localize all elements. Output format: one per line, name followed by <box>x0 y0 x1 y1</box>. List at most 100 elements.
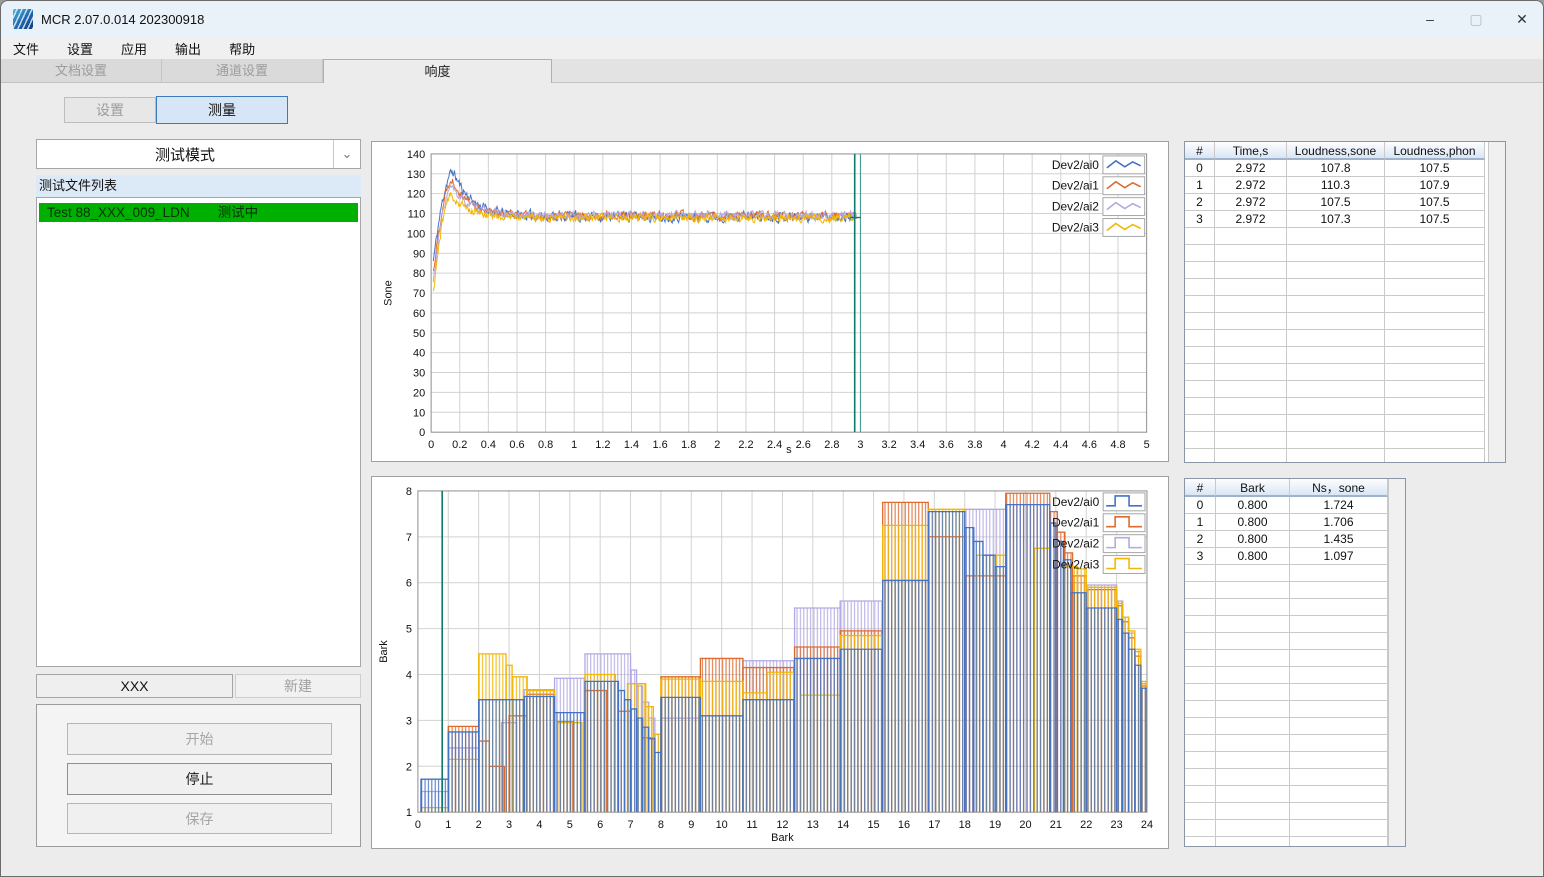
table-row[interactable] <box>1185 415 1488 432</box>
bark-table-body[interactable]: # Bark Ns，sone 0 0.800 1.724 1 0.800 1.706 2 0.800… <box>1185 479 1388 846</box>
table-row[interactable]: 0 0.800 1.724 <box>1185 497 1388 514</box>
subtab-measure-button[interactable]: 测量 <box>156 96 288 124</box>
table-row[interactable] <box>1185 228 1488 245</box>
cell <box>1216 718 1290 735</box>
bark-spectrum-chart[interactable]: 0 1 2 3 4 5 6 7 8 9 10 11 12 13 14 15 16 17 18 19 20 21 22 23 24… <box>371 476 1169 849</box>
table-row[interactable] <box>1185 599 1388 616</box>
table-header-row[interactable]: # Time,s Loudness,sone Loudness,phon <box>1185 142 1488 160</box>
new-button[interactable]: 新建 <box>235 674 361 698</box>
chevron-down-icon[interactable]: ⌄ <box>333 140 360 168</box>
cell <box>1385 449 1485 462</box>
cell <box>1185 599 1216 616</box>
table-row[interactable] <box>1185 565 1388 582</box>
table-row[interactable] <box>1185 718 1388 735</box>
list-item[interactable]: Test 88_XXX_009_LDN 测试中 <box>39 203 358 222</box>
cell <box>1290 786 1388 803</box>
table-row[interactable]: 3 2.972 107.3 107.5 <box>1185 211 1488 228</box>
series-Dev2/ai1 <box>432 178 857 272</box>
table-row[interactable] <box>1185 347 1488 364</box>
table-row[interactable] <box>1185 650 1388 667</box>
svg-text:1.2: 1.2 <box>595 439 610 451</box>
table-row[interactable]: 3 0.800 1.097 <box>1185 548 1388 565</box>
table-row[interactable]: 1 2.972 110.3 107.9 <box>1185 177 1488 194</box>
table-row[interactable]: 1 0.800 1.706 <box>1185 514 1388 531</box>
cell <box>1216 650 1290 667</box>
cell: 1.435 <box>1290 531 1388 548</box>
table-row[interactable] <box>1185 262 1488 279</box>
table-row[interactable] <box>1185 279 1488 296</box>
cell <box>1215 228 1287 245</box>
close-icon[interactable]: ✕ <box>1499 1 1543 37</box>
test-mode-select[interactable]: 测试模式 ⌄ <box>36 139 361 169</box>
table-row[interactable] <box>1185 667 1388 684</box>
tab-channel-settings[interactable]: 通道设置 <box>162 59 323 82</box>
table-row[interactable] <box>1185 245 1488 262</box>
table-row[interactable]: 2 2.972 107.5 107.5 <box>1185 194 1488 211</box>
table-row[interactable] <box>1185 616 1388 633</box>
series-bars <box>420 492 1147 813</box>
table-row[interactable] <box>1185 582 1388 599</box>
table-row[interactable] <box>1185 398 1488 415</box>
table-row[interactable] <box>1185 633 1388 650</box>
scrollbar[interactable] <box>1388 479 1405 846</box>
test-file-name: Test 88_XXX_009_LDN <box>47 205 190 220</box>
cell <box>1216 616 1290 633</box>
test-file-list-label: 测试文件列表 <box>36 175 361 197</box>
table-row[interactable] <box>1185 803 1388 820</box>
table-row[interactable] <box>1185 752 1388 769</box>
table-row[interactable] <box>1185 330 1488 347</box>
table-row[interactable] <box>1185 837 1388 846</box>
stop-button[interactable]: 停止 <box>67 763 332 795</box>
maximize-icon[interactable]: ▢ <box>1453 1 1499 37</box>
loudness-time-chart[interactable]: 0 0.2 0.4 0.6 0.8 1 1.2 1.4 1.6 1.8 2 2.2 2.4 2.6 2.8 3… <box>371 141 1169 462</box>
tab-document-settings[interactable]: 文档设置 <box>1 59 162 82</box>
table-row[interactable] <box>1185 296 1488 313</box>
tab-loudness[interactable]: 响度 <box>323 59 552 83</box>
table-row[interactable] <box>1185 786 1388 803</box>
table-row[interactable] <box>1185 769 1388 786</box>
svg-text:0: 0 <box>428 439 434 451</box>
cell <box>1216 684 1290 701</box>
cell: 0.800 <box>1216 514 1290 531</box>
menu-settings[interactable]: 设置 <box>55 37 105 60</box>
cell <box>1287 228 1385 245</box>
xxx-button[interactable]: XXX <box>36 674 233 698</box>
table-row[interactable] <box>1185 701 1388 718</box>
cell <box>1185 752 1216 769</box>
menu-output[interactable]: 输出 <box>163 37 213 60</box>
menu-apply[interactable]: 应用 <box>109 37 159 60</box>
test-file-list[interactable]: Test 88_XXX_009_LDN 测试中 <box>36 197 361 667</box>
cell <box>1287 347 1385 364</box>
table-row[interactable] <box>1185 313 1488 330</box>
svg-text:70: 70 <box>413 288 425 300</box>
table-row[interactable] <box>1185 432 1488 449</box>
table-row[interactable] <box>1185 684 1388 701</box>
svg-text:6: 6 <box>406 578 412 590</box>
bark-table[interactable]: # Bark Ns，sone 0 0.800 1.724 1 0.800 1.706 2 0.800… <box>1184 478 1406 847</box>
svg-text:90: 90 <box>413 248 425 260</box>
table-row[interactable] <box>1185 364 1488 381</box>
table-row[interactable] <box>1185 820 1388 837</box>
cell <box>1216 599 1290 616</box>
save-button[interactable]: 保存 <box>67 803 332 834</box>
minimize-icon[interactable]: – <box>1407 1 1453 37</box>
table-row[interactable] <box>1185 381 1488 398</box>
cell <box>1185 633 1216 650</box>
cell <box>1290 667 1388 684</box>
loudness-table-body[interactable]: # Time,s Loudness,sone Loudness,phon 0 2.972 1… <box>1185 142 1488 462</box>
cell <box>1290 701 1388 718</box>
table-row[interactable] <box>1185 449 1488 462</box>
cell <box>1385 432 1485 449</box>
svg-text:3.6: 3.6 <box>939 439 954 451</box>
table-row[interactable]: 0 2.972 107.8 107.5 <box>1185 160 1488 177</box>
menu-help[interactable]: 帮助 <box>217 37 267 60</box>
table-row[interactable]: 2 0.800 1.435 <box>1185 531 1388 548</box>
menu-file[interactable]: 文件 <box>1 37 51 60</box>
table-row[interactable] <box>1185 735 1388 752</box>
start-button[interactable]: 开始 <box>67 723 332 755</box>
subtab-settings-button[interactable]: 设置 <box>64 97 156 123</box>
table-header-row[interactable]: # Bark Ns，sone <box>1185 479 1388 497</box>
loudness-table[interactable]: # Time,s Loudness,sone Loudness,phon 0 2.972 1… <box>1184 141 1506 463</box>
scrollbar[interactable] <box>1488 142 1505 462</box>
svg-text:13: 13 <box>807 819 819 831</box>
